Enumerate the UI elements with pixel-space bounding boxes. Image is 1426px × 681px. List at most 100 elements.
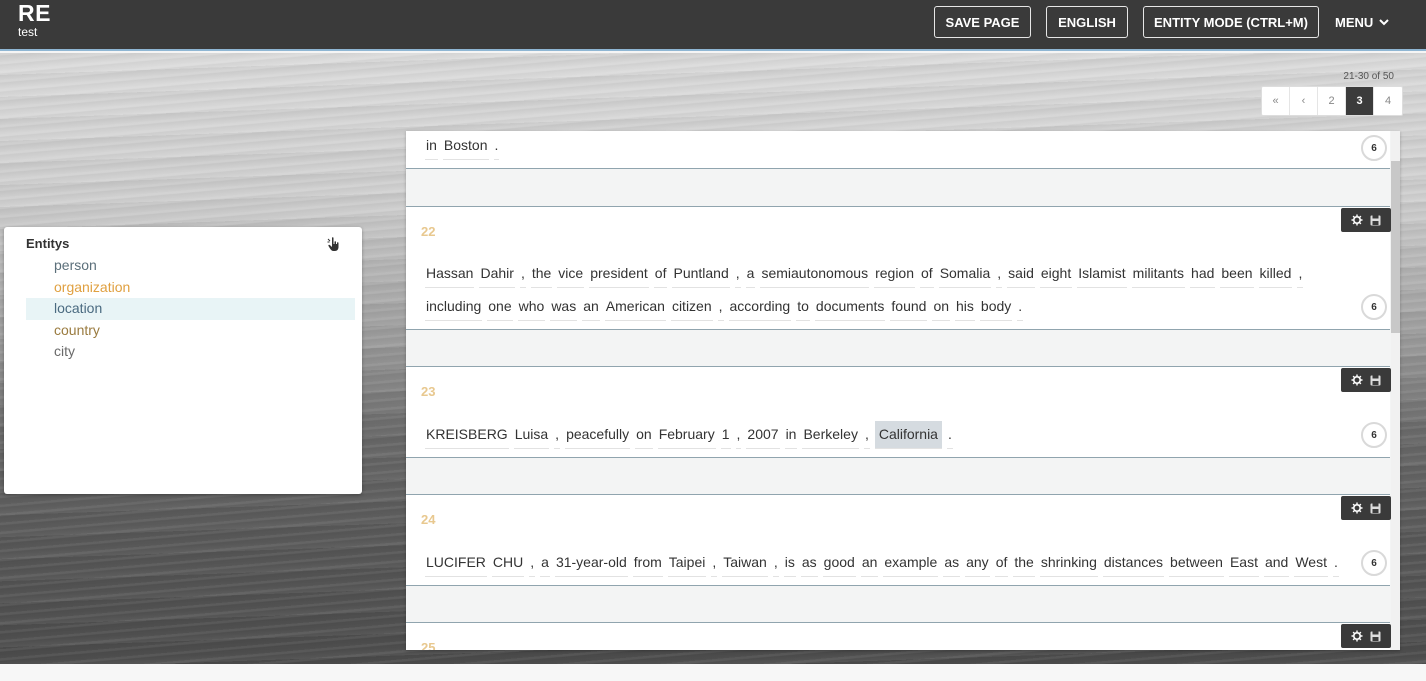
language-button[interactable]: ENGLISH (1046, 6, 1128, 38)
token[interactable]: , (519, 260, 526, 288)
token[interactable]: any (965, 549, 990, 577)
annotated-token[interactable]: California (874, 421, 942, 449)
save-icon[interactable] (1370, 215, 1381, 226)
token[interactable]: of (920, 260, 934, 288)
page-3-button[interactable]: 3 (1346, 87, 1374, 115)
token[interactable]: was (550, 293, 578, 321)
token[interactable]: peacefully (565, 421, 631, 449)
gear-icon[interactable] (1351, 214, 1363, 226)
token[interactable]: 1 (720, 421, 731, 449)
token[interactable]: , (717, 293, 724, 321)
token[interactable]: of (653, 260, 668, 288)
token[interactable]: in (425, 132, 438, 160)
entity-item-person[interactable]: person (26, 255, 355, 277)
entity-item-country[interactable]: country (26, 320, 355, 342)
token[interactable]: region (874, 260, 915, 288)
token[interactable]: an (860, 549, 879, 577)
save-icon[interactable] (1370, 631, 1381, 642)
token[interactable]: vice (557, 260, 585, 288)
token[interactable]: killed (1258, 260, 1293, 288)
token[interactable]: of (994, 549, 1009, 577)
entity-item-city[interactable]: city (26, 341, 355, 363)
token[interactable]: his (955, 293, 975, 321)
token[interactable]: the (1013, 549, 1035, 577)
token[interactable]: who (517, 293, 546, 321)
token[interactable]: as (800, 549, 818, 577)
token[interactable]: to (796, 293, 810, 321)
token[interactable]: Puntland (672, 260, 730, 288)
token[interactable]: , (863, 421, 870, 449)
token[interactable]: said (1007, 260, 1035, 288)
token[interactable]: found (890, 293, 928, 321)
brand[interactable]: RE test (18, 0, 51, 38)
page-2-button[interactable]: 2 (1318, 87, 1346, 115)
token[interactable]: from (632, 549, 663, 577)
token[interactable]: 2007 (746, 421, 780, 449)
token[interactable]: a (540, 549, 550, 577)
token[interactable]: Dahir (479, 260, 515, 288)
token[interactable]: shrinking (1039, 549, 1098, 577)
token[interactable]: militants (1131, 260, 1186, 288)
token[interactable]: Islamist (1077, 260, 1127, 288)
token[interactable]: is (783, 549, 796, 577)
token[interactable]: president (589, 260, 649, 288)
token[interactable]: , (1297, 260, 1304, 288)
prev-page-button[interactable]: ‹ (1290, 87, 1318, 115)
token[interactable]: . (493, 132, 500, 160)
token[interactable]: example (883, 549, 939, 577)
token[interactable]: in (784, 421, 798, 449)
gear-icon[interactable] (1351, 630, 1363, 642)
token[interactable]: West (1294, 549, 1328, 577)
save-page-button[interactable]: SAVE PAGE (934, 6, 1031, 38)
token[interactable]: Taiwan (722, 549, 768, 577)
token[interactable]: Luisa (513, 421, 550, 449)
gear-icon[interactable] (1351, 374, 1363, 386)
save-icon[interactable] (1370, 375, 1381, 386)
token[interactable]: Hassan (425, 260, 475, 288)
token[interactable]: , (734, 260, 741, 288)
annotation-count-badge[interactable]: 6 (1361, 550, 1387, 576)
token[interactable]: citizen (670, 293, 713, 321)
token[interactable]: , (996, 260, 1003, 288)
token[interactable]: February (657, 421, 716, 449)
menu-button[interactable]: MENU (1335, 6, 1389, 38)
annotation-count-badge[interactable]: 6 (1361, 135, 1387, 161)
token[interactable]: a (745, 260, 756, 288)
token[interactable]: the (530, 260, 553, 288)
token[interactable]: LUCIFER (425, 549, 487, 577)
token[interactable]: between (1169, 549, 1224, 577)
token[interactable]: an (582, 293, 600, 321)
token[interactable]: good (822, 549, 856, 577)
token[interactable]: CHU (491, 549, 525, 577)
token[interactable]: documents (814, 293, 886, 321)
token[interactable]: according (728, 293, 792, 321)
token[interactable]: on (635, 421, 653, 449)
entity-item-location[interactable]: location (26, 298, 355, 320)
token[interactable]: . (1017, 293, 1024, 321)
token[interactable]: American (604, 293, 666, 321)
token[interactable]: Boston (442, 132, 489, 160)
pointer-hand-icon[interactable] (326, 236, 342, 252)
token[interactable]: as (943, 549, 961, 577)
token[interactable]: , (772, 549, 779, 577)
token[interactable]: eight (1039, 260, 1073, 288)
token[interactable]: , (711, 549, 718, 577)
token[interactable]: including (425, 293, 483, 321)
token[interactable]: Somalia (938, 260, 992, 288)
gear-icon[interactable] (1351, 502, 1363, 514)
token[interactable]: Taipei (667, 549, 707, 577)
entity-item-organization[interactable]: organization (26, 277, 355, 299)
token[interactable]: distances (1102, 549, 1165, 577)
token[interactable]: one (487, 293, 513, 321)
token[interactable]: body (979, 293, 1013, 321)
token[interactable]: been (1220, 260, 1254, 288)
token[interactable]: had (1190, 260, 1216, 288)
token[interactable]: . (1332, 549, 1339, 577)
token[interactable]: East (1228, 549, 1259, 577)
first-page-button[interactable]: « (1262, 87, 1290, 115)
save-icon[interactable] (1370, 503, 1381, 514)
page-4-button[interactable]: 4 (1374, 87, 1402, 115)
token[interactable]: , (529, 549, 536, 577)
token[interactable]: on (932, 293, 951, 321)
entity-mode-button[interactable]: ENTITY MODE (CTRL+M) (1143, 6, 1319, 38)
